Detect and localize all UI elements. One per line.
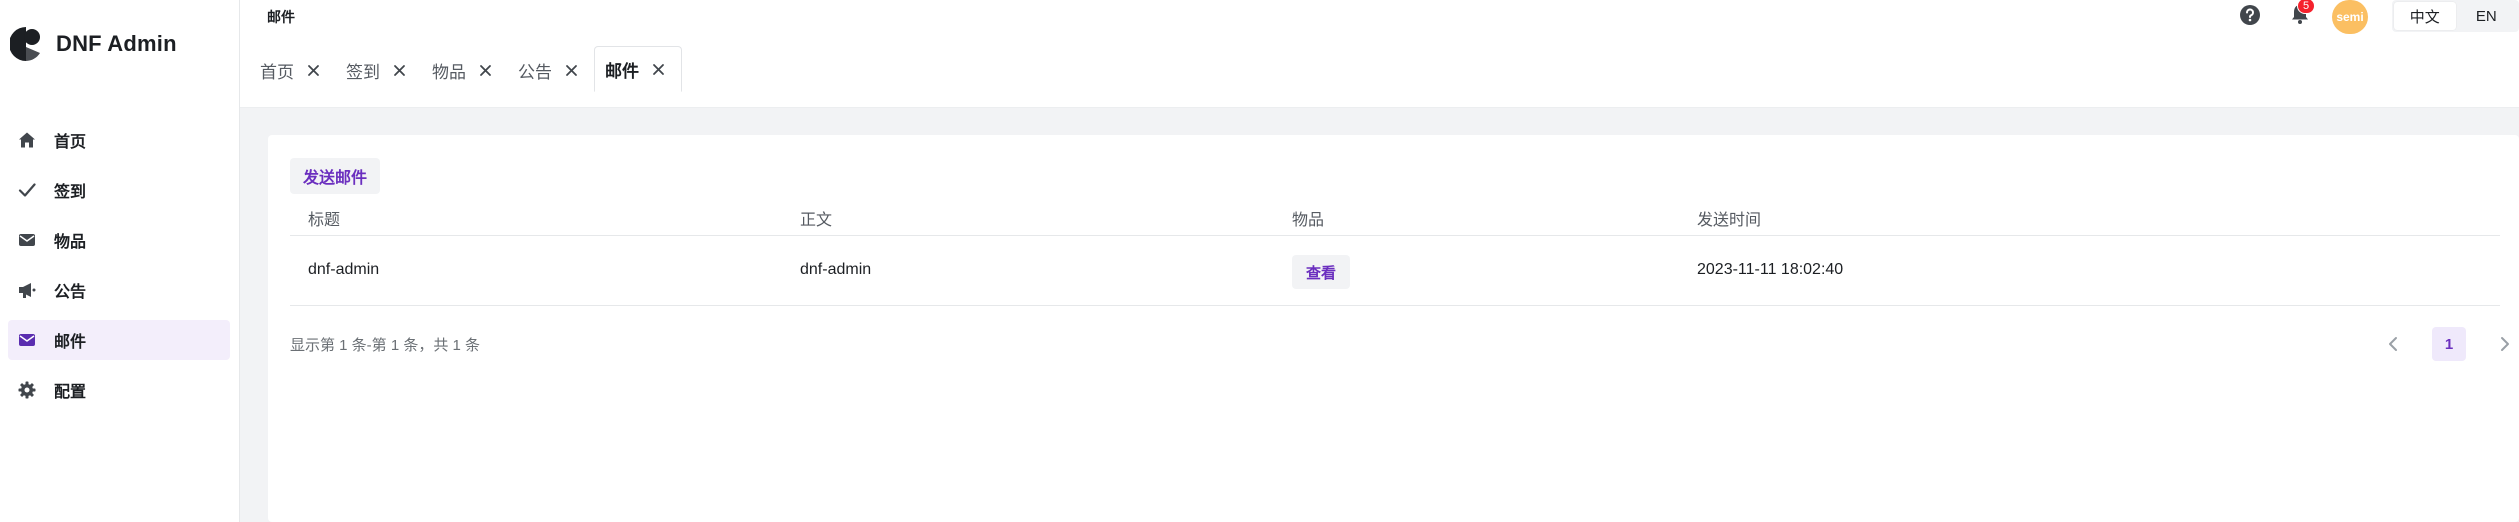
gear-icon [16,379,38,401]
column-header-sent-time[interactable]: 发送时间 [1697,206,1761,230]
sidebar-item-label: 物品 [54,234,87,251]
sidebar-item-label: 公告 [54,284,87,301]
tab-label: 物品 [432,62,466,82]
tab-label: 公告 [518,62,552,82]
close-icon[interactable] [651,62,665,76]
send-mail-button[interactable]: 发送邮件 [290,158,380,194]
column-header-title[interactable]: 标题 [308,206,340,230]
cell-body: dnf-admin [800,261,872,278]
mail-card [268,135,2519,522]
mail-icon [16,229,38,251]
pagination: 1 [2376,327,2519,361]
megaphone-icon [16,279,38,301]
tab-items[interactable]: 物品 [422,48,508,92]
table-row[interactable]: dnf-admin dnf-admin 查看 2023-11-11 18:02:… [290,236,2500,306]
lang-option-zh[interactable]: 中文 [2394,2,2456,30]
home-icon [16,129,38,151]
close-icon[interactable] [478,63,492,77]
tab-bar: 首页 签到 物品 公告 邮件 [250,46,682,92]
lang-option-en[interactable]: EN [2456,2,2518,30]
tab-label: 邮件 [605,61,639,81]
sidebar-item-home[interactable]: 首页 [8,120,230,160]
check-icon [16,179,38,201]
brand-logo-icon [10,25,44,63]
language-switch: 中文 EN [2392,0,2519,32]
close-icon[interactable] [306,63,320,77]
cell-sent-time: 2023-11-11 18:02:40 [1697,261,1844,278]
brand[interactable]: DNF Admin [10,22,177,66]
sidebar-nav: 首页 签到 物品 公告 邮件 配置 [0,120,240,420]
sidebar-item-checkin[interactable]: 签到 [8,170,230,210]
top-header: 邮件 首页 签到 物品 公告 邮件 [240,0,2519,108]
sidebar-item-announcement[interactable]: 公告 [8,270,230,310]
sidebar-item-label: 配置 [54,384,87,401]
chevron-right-icon[interactable] [2488,327,2519,361]
page-number-current[interactable]: 1 [2432,327,2466,361]
sidebar-item-mail[interactable]: 邮件 [8,320,230,360]
sidebar-item-label: 签到 [54,184,87,201]
chevron-left-icon[interactable] [2376,327,2410,361]
mail-icon [16,329,38,351]
sidebar: DNF Admin 首页 签到 物品 公告 邮件 配置 [0,0,240,522]
column-header-items[interactable]: 物品 [1292,206,1324,230]
table-header: 标题 正文 物品 发送时间 [290,196,2500,236]
view-items-button[interactable]: 查看 [1292,255,1350,289]
sidebar-item-label: 邮件 [54,334,87,351]
tab-checkin[interactable]: 签到 [336,48,422,92]
avatar[interactable]: semi [2332,0,2368,34]
sidebar-item-items[interactable]: 物品 [8,220,230,260]
mail-table: 标题 正文 物品 发送时间 dnf-admin dnf-admin 查看 202… [290,196,2500,306]
close-icon[interactable] [564,63,578,77]
help-icon[interactable] [2238,3,2262,27]
column-header-body[interactable]: 正文 [800,206,832,230]
tab-mail[interactable]: 邮件 [594,46,682,92]
close-icon[interactable] [392,63,406,77]
tab-announcement[interactable]: 公告 [508,48,594,92]
notification-badge: 5 [2297,0,2315,14]
sidebar-item-settings[interactable]: 配置 [8,370,230,410]
pagination-summary: 显示第 1 条-第 1 条，共 1 条 [290,337,481,354]
cell-title: dnf-admin [308,261,380,278]
tab-home[interactable]: 首页 [250,48,336,92]
tab-label: 首页 [260,62,294,82]
brand-name: DNF Admin [56,31,177,56]
sidebar-item-label: 首页 [54,134,87,151]
tab-label: 签到 [346,62,380,82]
breadcrumb[interactable]: 邮件 [267,7,295,27]
